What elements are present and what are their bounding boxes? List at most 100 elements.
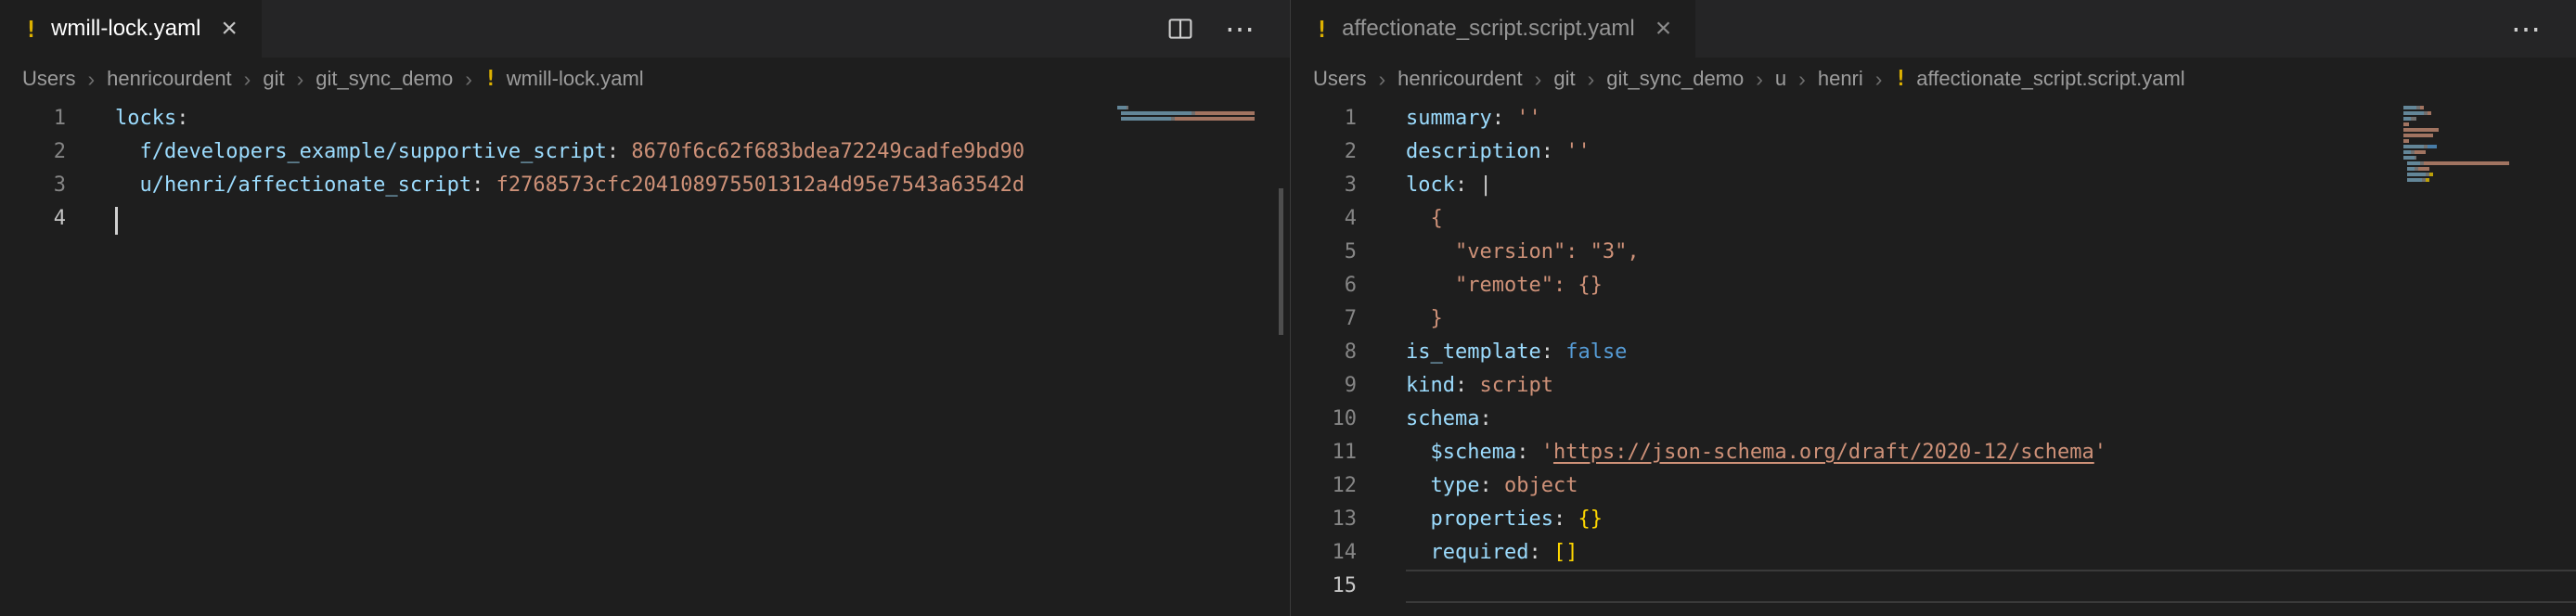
editor[interactable]: 1 locks: 2 f/developers_example/supportive… [0,100,1290,616]
code-line[interactable]: 5 "version": "3", [1291,236,2576,269]
code-line[interactable]: 2description: '' [1291,135,2576,169]
line-number[interactable]: 8 [1291,336,1357,369]
minimap-token [2403,150,2411,154]
code-line[interactable]: 9kind: script [1291,369,2576,403]
code-token: locks [115,107,176,130]
line-number[interactable]: 9 [1291,369,1357,403]
breadcrumb-item[interactable]: git [263,67,284,91]
code-line-content: schema: [1406,403,2576,436]
line-number[interactable]: 6 [1291,269,1357,302]
minimap-token [2418,167,2429,171]
breadcrumb-item[interactable]: henricourdent [1397,67,1523,91]
breadcrumb-separator-icon: › [1535,67,1542,92]
breadcrumb-file-item[interactable]: wmill-lock.yaml [507,67,644,91]
minimap-token [2426,178,2429,182]
breadcrumb-file-item[interactable]: affectionate_script.script.yaml [1916,67,2184,91]
line-number[interactable]: 5 [1291,236,1357,269]
breadcrumb-item[interactable]: henri [1818,67,1863,91]
code-token: kind [1406,374,1455,397]
breadcrumb-item[interactable]: git_sync_demo [316,67,453,91]
line-number[interactable]: 12 [1291,469,1357,503]
code-token: : [1479,474,1504,497]
split-editor-icon[interactable] [1167,16,1193,42]
minimap-line [2403,139,2552,143]
minimap-token [2507,161,2509,165]
code-line[interactable]: 13 properties: {} [1291,503,2576,536]
minimap-token [2420,106,2424,109]
breadcrumb-separator-icon: › [1875,67,1883,92]
line-number[interactable]: 10 [1291,403,1357,436]
code-line-content: properties: {} [1406,503,2576,536]
editor-workbench: ! wmill-lock.yaml × ⋯ Users › henricourden… [0,0,2576,616]
code-line[interactable]: 11 $schema: 'https://json-schema.org/dra… [1291,436,2576,469]
code-token: } [1406,307,1443,330]
close-icon[interactable]: × [221,15,238,43]
minimap-line [2403,111,2552,115]
more-actions-icon[interactable]: ⋯ [2511,11,2541,46]
code-line[interactable]: 3 u/henri/affectionate_script: f2768573c… [0,169,1290,202]
line-number[interactable]: 3 [0,169,66,202]
line-number[interactable]: 13 [1291,503,1357,536]
minimap-line [2403,145,2552,148]
close-icon[interactable]: × [1655,15,1672,43]
code-line[interactable]: 12 type: object [1291,469,2576,503]
minimap-token [2428,145,2437,148]
line-number[interactable]: 15 [1291,570,1357,603]
vertical-scrollbar-thumb[interactable] [1279,188,1283,335]
minimap[interactable] [1117,106,1266,128]
editor-actions: ⋯ [2511,0,2576,58]
tab-affectionate-script-yaml[interactable]: ! affectionate_script.script.yaml × [1291,0,1695,58]
line-number[interactable]: 1 [1291,102,1357,135]
minimap-token [2426,161,2507,165]
code-line[interactable]: 8is_template: false [1291,336,2576,369]
editor[interactable]: 1summary: ''2description: ''3lock: |4 {5… [1291,100,2576,616]
code-line[interactable]: 4 [0,202,1290,236]
code-line[interactable]: 15 [1291,570,2576,603]
code-token: : [1541,140,1566,163]
minimap-line [1117,117,1266,121]
code-token: u/henri/affectionate_script [140,173,472,197]
code-line[interactable]: 4 { [1291,202,2576,236]
breadcrumb-item[interactable]: git [1553,67,1575,91]
breadcrumb-item[interactable]: Users [1313,67,1366,91]
code-token: : [471,173,496,197]
line-number[interactable]: 4 [0,202,66,236]
breadcrumb-item[interactable]: Users [22,67,75,91]
code-line[interactable]: 7 } [1291,302,2576,336]
line-number[interactable]: 3 [1291,169,1357,202]
breadcrumb-item[interactable]: u [1775,67,1786,91]
minimap-token [1121,111,1191,115]
code-token: ' [1541,441,1553,464]
line-number[interactable]: 14 [1291,536,1357,570]
tab-bar: ! wmill-lock.yaml × ⋯ [0,0,1290,58]
code-token: f2768573cfc204108975501312a4d95e7543a635… [496,173,1025,197]
code-line[interactable]: 10 schema: [1291,403,2576,436]
code-token: required [1431,541,1529,564]
minimap-token [2415,156,2416,160]
line-number[interactable]: 1 [0,102,66,135]
more-actions-icon[interactable]: ⋯ [1225,11,1255,46]
line-number[interactable]: 4 [1291,202,1357,236]
breadcrumb-separator-icon: › [1756,67,1763,92]
line-number[interactable]: 2 [1291,135,1357,169]
minimap-token [1175,117,1255,121]
code-token: description [1406,140,1541,163]
code-line[interactable]: 6 "remote": {} [1291,269,2576,302]
code-line[interactable]: 3lock: | [1291,169,2576,202]
code-line[interactable]: 2 f/developers_example/supportive_script… [0,135,1290,169]
line-number[interactable]: 2 [0,135,66,169]
minimap-line [2403,161,2552,165]
tab-label: wmill-lock.yaml [51,16,200,42]
line-number[interactable]: 7 [1291,302,1357,336]
minimap-line [1117,111,1266,115]
breadcrumb-item[interactable]: git_sync_demo [1606,67,1744,91]
tab-wmill-lock-yaml[interactable]: ! wmill-lock.yaml × [0,0,262,58]
minimap[interactable] [2403,106,2552,189]
code-line[interactable]: 1locks: [0,102,1290,135]
code-line[interactable]: 1summary: '' [1291,102,2576,135]
code-line[interactable]: 14 required: [] [1291,536,2576,570]
minimap-line [2403,156,2552,160]
breadcrumb-item[interactable]: henricourdent [107,67,232,91]
line-number[interactable]: 11 [1291,436,1357,469]
minimap-token [2407,178,2422,182]
